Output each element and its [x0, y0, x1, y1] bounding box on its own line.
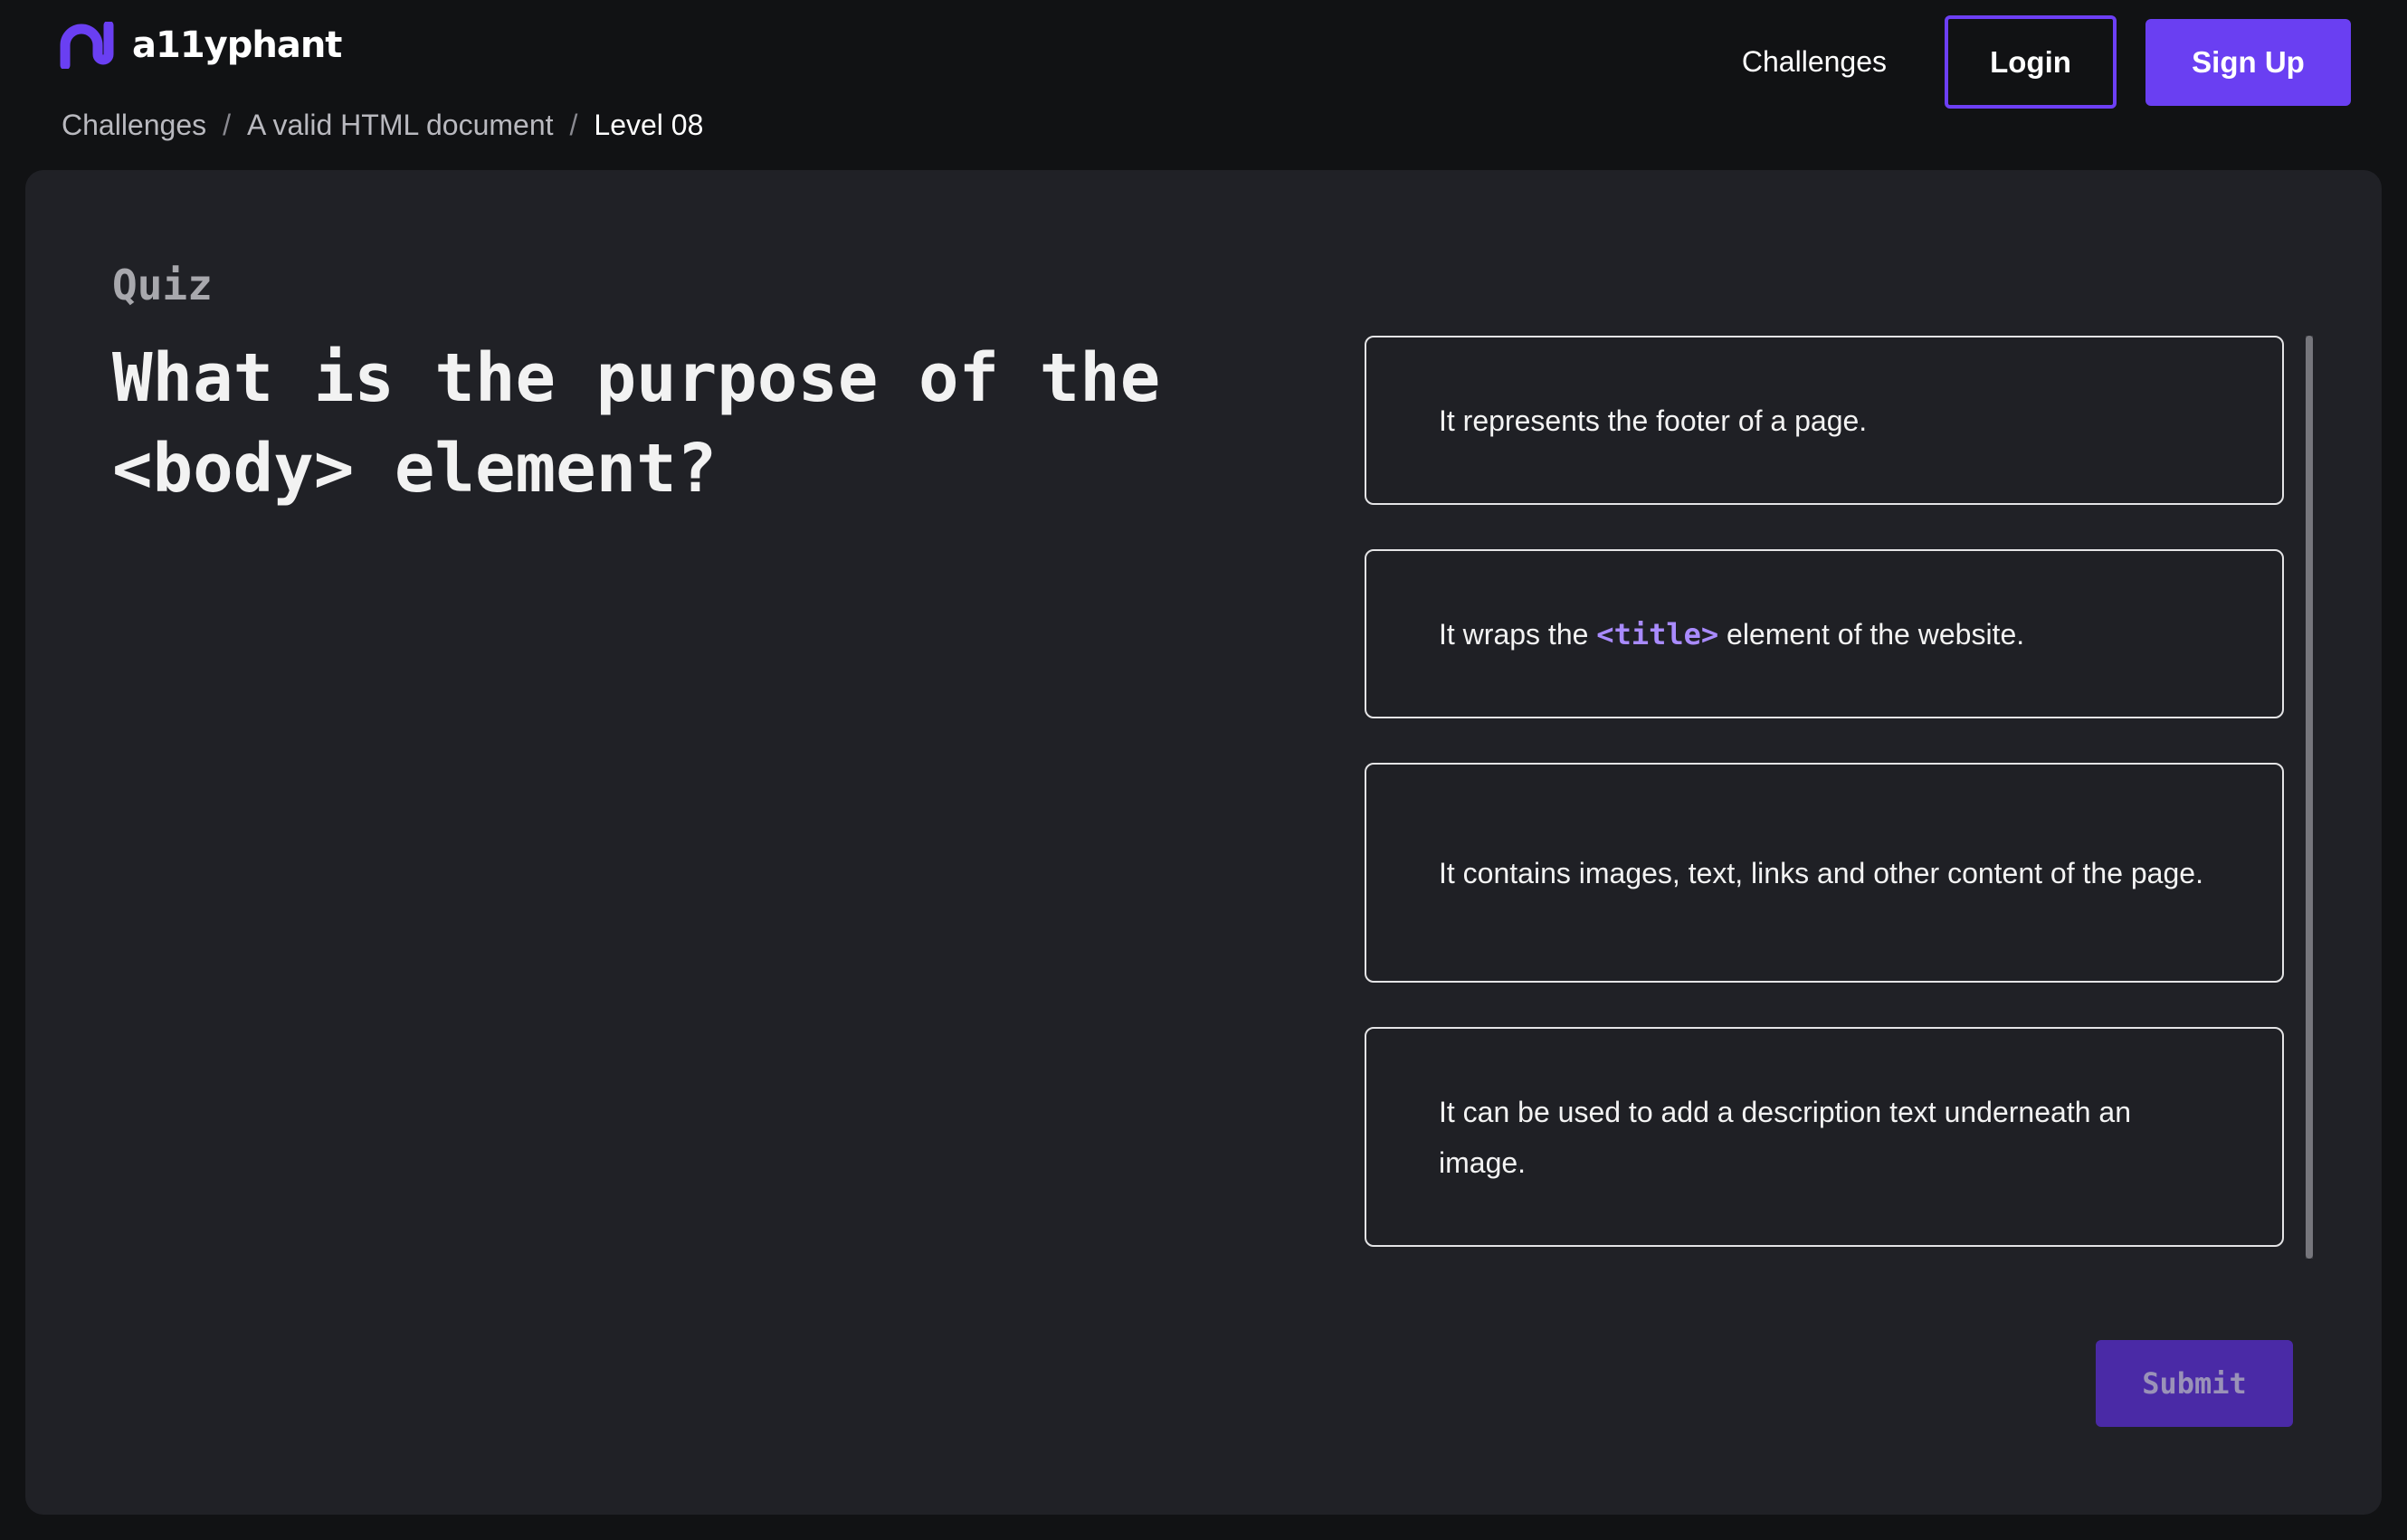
answer-option-text: It can be used to add a description text…	[1439, 1095, 2131, 1179]
brand-logo[interactable]: a11yphant	[58, 18, 342, 72]
submit-button[interactable]: Submit	[2096, 1340, 2293, 1427]
answer-option[interactable]: It represents the footer of a page.	[1365, 336, 2284, 505]
answer-option-text: It contains images, text, links and othe…	[1439, 856, 2203, 889]
breadcrumb: Challenges / A valid HTML document / Lev…	[62, 109, 703, 142]
answer-option-text-post: element of the website.	[1718, 617, 2025, 651]
breadcrumb-separator: /	[223, 109, 231, 141]
answer-option-text: It represents the footer of a page.	[1439, 404, 1868, 437]
brand-name: a11yphant	[132, 24, 342, 66]
signup-button[interactable]: Sign Up	[2145, 18, 2351, 106]
login-button[interactable]: Login	[1945, 15, 2117, 109]
answer-option-text: It wraps the <title> element of the webs…	[1439, 609, 2024, 660]
breadcrumb-item-challenges[interactable]: Challenges	[62, 109, 206, 142]
answer-options-list: It represents the footer of a page. It w…	[1365, 336, 2313, 1259]
header-actions: Challenges Login Sign Up	[1742, 15, 2351, 109]
title-element-code: <title>	[1596, 616, 1719, 651]
breadcrumb-separator: /	[569, 109, 578, 141]
top-navigation: a11yphant Challenges Login Sign Up	[0, 0, 2407, 118]
nav-link-challenges[interactable]: Challenges	[1742, 45, 1887, 79]
answer-option[interactable]: It contains images, text, links and othe…	[1365, 763, 2284, 983]
quiz-label: Quiz	[112, 261, 213, 309]
options-scrollbar[interactable]	[2306, 336, 2313, 1259]
quiz-question: What is the purpose of the <body> elemen…	[112, 339, 1161, 508]
answer-option[interactable]: It wraps the <title> element of the webs…	[1365, 549, 2284, 718]
breadcrumb-item-challenge[interactable]: A valid HTML document	[247, 109, 554, 142]
answer-option-text-pre: It wraps the	[1439, 617, 1597, 651]
a11yphant-logo-icon	[58, 22, 119, 69]
answer-option[interactable]: It can be used to add a description text…	[1365, 1027, 2284, 1247]
breadcrumb-item-current-level: Level 08	[594, 109, 704, 141]
quiz-card: Quiz What is the purpose of the <body> e…	[25, 170, 2382, 1515]
